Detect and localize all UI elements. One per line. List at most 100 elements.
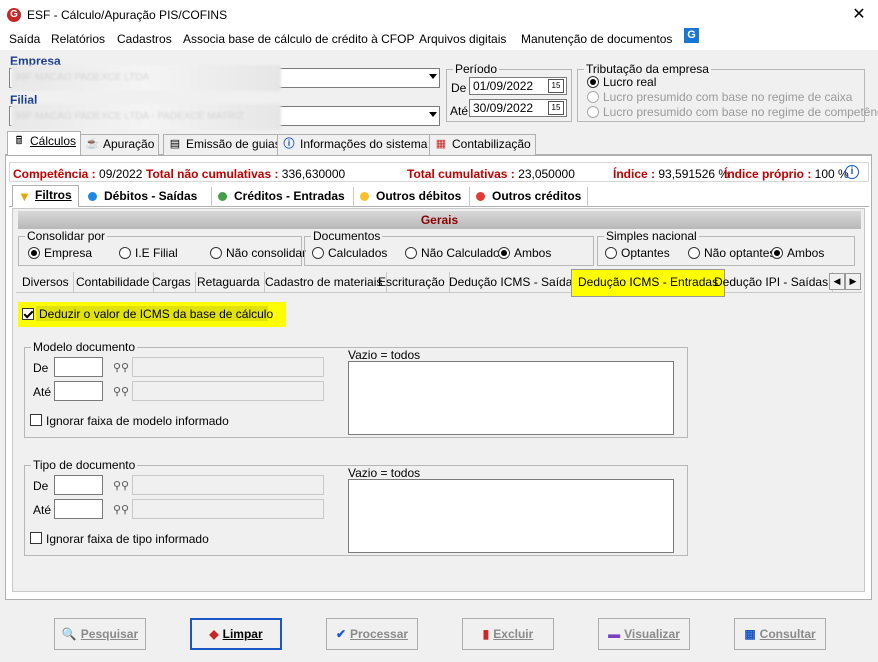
menu-relatorios[interactable]: Relatórios [51,32,105,46]
radio-icon [587,91,599,103]
subtab-outros-debitos[interactable]: Outros débitos [353,187,467,207]
check-icon: ✔ [335,627,346,641]
indice-proprio: Índice próprio : 100 % [724,167,849,181]
binoculars-icon[interactable]: ⚲⚲ [113,479,129,492]
menu-manutencao[interactable]: Manutenção de documentos [521,32,672,46]
indice-label: Índice : [613,167,656,181]
printer-icon: ▬ [608,627,621,641]
option-label: Empresa [44,246,93,260]
tab-deducao-icms-entradas[interactable]: Dedução ICMS - Entradas [571,269,726,297]
tab-diversos[interactable]: Diversos [18,272,74,292]
documentos-nao-calculados[interactable]: Não Calculados [405,246,506,260]
subtab-label: Outros créditos [492,189,582,203]
excluir-button[interactable]: ▮ Excluir [462,618,554,650]
subtab-filtros[interactable]: ▼ Filtros [12,185,79,207]
modelo-de-input[interactable] [54,357,103,377]
radio-icon [210,247,222,259]
processar-button[interactable]: ✔ Processar [326,618,418,650]
deduzir-label: Deduzir o valor de ICMS da base de cálcu… [39,307,274,321]
consolidar-empresa[interactable]: Empresa [28,246,92,260]
tipo-legend: Tipo de documento [33,458,136,472]
tab-retaguarda[interactable]: Retaguarda [193,272,265,292]
subtab-debitos-saidas[interactable]: Débitos - Saídas [82,187,203,207]
green-dot-icon [218,192,227,201]
tab-deducao-icms-saidas[interactable]: Dedução ICMS - Saídas [445,272,584,292]
competencia-label: Competência : [13,167,96,181]
app-logo-icon: G [7,8,21,22]
tab-apuracao[interactable]: ☕ Apuração [80,134,160,155]
menu-arquivos-digitais[interactable]: Arquivos digitais [419,32,506,46]
eraser-icon: ◆ [209,627,219,641]
tab-contabilidade[interactable]: Contabilidade [72,272,155,292]
tab-emissao-guias[interactable]: ▤ Emissão de guias [163,134,286,155]
menu-associa-base[interactable]: Associa base de cálculo de crédito à CFO… [183,32,414,46]
subtab-creditos-entradas[interactable]: Créditos - Entradas [211,187,351,207]
tabs-scroll-right-icon[interactable]: ▶ [845,273,861,290]
simples-nao-optantes[interactable]: Não optantes [688,246,775,260]
modelo-ignorar-checkbox[interactable] [30,414,42,426]
menu-cadastros[interactable]: Cadastros [117,32,172,46]
documentos-ambos[interactable]: Ambos [498,246,551,260]
subtab-label: Débitos - Saídas [104,189,198,203]
chevron-down-icon [429,112,437,117]
option-label: Não Calculados [421,246,506,260]
tab-deducao-ipi-saidas[interactable]: Dedução IPI - Saídas [710,272,834,292]
documentos-calculados[interactable]: Calculados [312,246,387,260]
tributacao-lucro-real[interactable]: Lucro real [587,75,656,89]
filial-combo[interactable]: 99F MACAO PADEXCE LTDA - PADEXCE MATRIZ [9,104,440,130]
tab-calculos[interactable]: 🖩 Cálculos [7,131,82,155]
consolidar-nao[interactable]: Não consolidar [210,246,306,260]
button-label: Consultar [759,627,816,641]
tab-contabilizacao[interactable]: ▦ Contabilização [429,134,536,155]
calendar-ledger-icon: ▦ [435,138,447,150]
indice-value: 93,591526 % [655,167,730,181]
binoculars-icon[interactable]: ⚲⚲ [113,503,129,516]
binoculars-icon[interactable]: ⚲⚲ [113,361,129,374]
button-label: Excluir [493,627,534,641]
simples-ambos[interactable]: Ambos [771,246,824,260]
tipo-de-input[interactable] [54,475,103,495]
tab-informacoes-sistema[interactable]: ⓘ Informações do sistema [277,134,433,155]
close-button[interactable]: ✕ [846,4,872,26]
visualizar-button[interactable]: ▬ Visualizar [598,618,690,650]
pesquisar-button[interactable]: 🔍 Pesquisar [54,618,146,650]
table-search-icon: ▦ [744,627,756,641]
menu-logo-icon[interactable]: G [684,28,699,43]
binoculars-icon[interactable]: ⚲⚲ [113,385,129,398]
calendar-icon[interactable]: 15 [548,79,564,93]
radio-icon [688,247,700,259]
red-dot-icon [476,192,485,201]
periodo-de-label: De [451,81,467,95]
menu-saida[interactable]: Saída [9,32,40,46]
subtab-outros-creditos[interactable]: Outros créditos [469,187,589,207]
tab-cadastro-materiais[interactable]: Cadastro de materiais [261,272,388,292]
radio-icon [119,247,131,259]
tipo-ate-label: Até [33,503,52,517]
tab-cargas[interactable]: Cargas [148,272,196,292]
limpar-button[interactable]: ◆ Limpar [190,618,282,650]
calendar-icon[interactable]: 15 [548,101,564,115]
tipo-ate-input[interactable] [54,499,103,519]
empresa-combo[interactable]: 99F MACAO PADEXCE LTDA [9,65,440,91]
tab-label: Informações do sistema [300,137,428,151]
indice-proprio-value: 100 % [811,167,849,181]
simples-optantes[interactable]: Optantes [605,246,670,260]
consolidar-ie-filial[interactable]: I.E Filial [119,246,178,260]
info-icon[interactable]: i [845,165,859,179]
consultar-button[interactable]: ▦ Consultar [734,618,826,650]
radio-icon [605,247,617,259]
window-title: ESF - Cálculo/Apuração PIS/COFINS [27,8,228,22]
modelo-list[interactable] [348,361,674,435]
tab-escrituracao[interactable]: Escrituração [374,272,450,292]
modelo-ate-desc [132,381,324,401]
nao-cum-value: 336,630000 [278,167,346,181]
tipo-ignorar-checkbox[interactable] [30,532,42,544]
tipo-de-desc [132,475,324,495]
menu-bar: Saída Relatórios Cadastros Associa base … [0,30,878,50]
tipo-list[interactable] [348,479,674,553]
modelo-ate-input[interactable] [54,381,103,401]
deduzir-checkbox[interactable] [22,308,34,320]
modelo-legend: Modelo documento [33,340,136,354]
nao-cum-label: Total não cumulativas : [146,167,279,181]
tabs-scroll-left-icon[interactable]: ◀ [829,273,845,290]
